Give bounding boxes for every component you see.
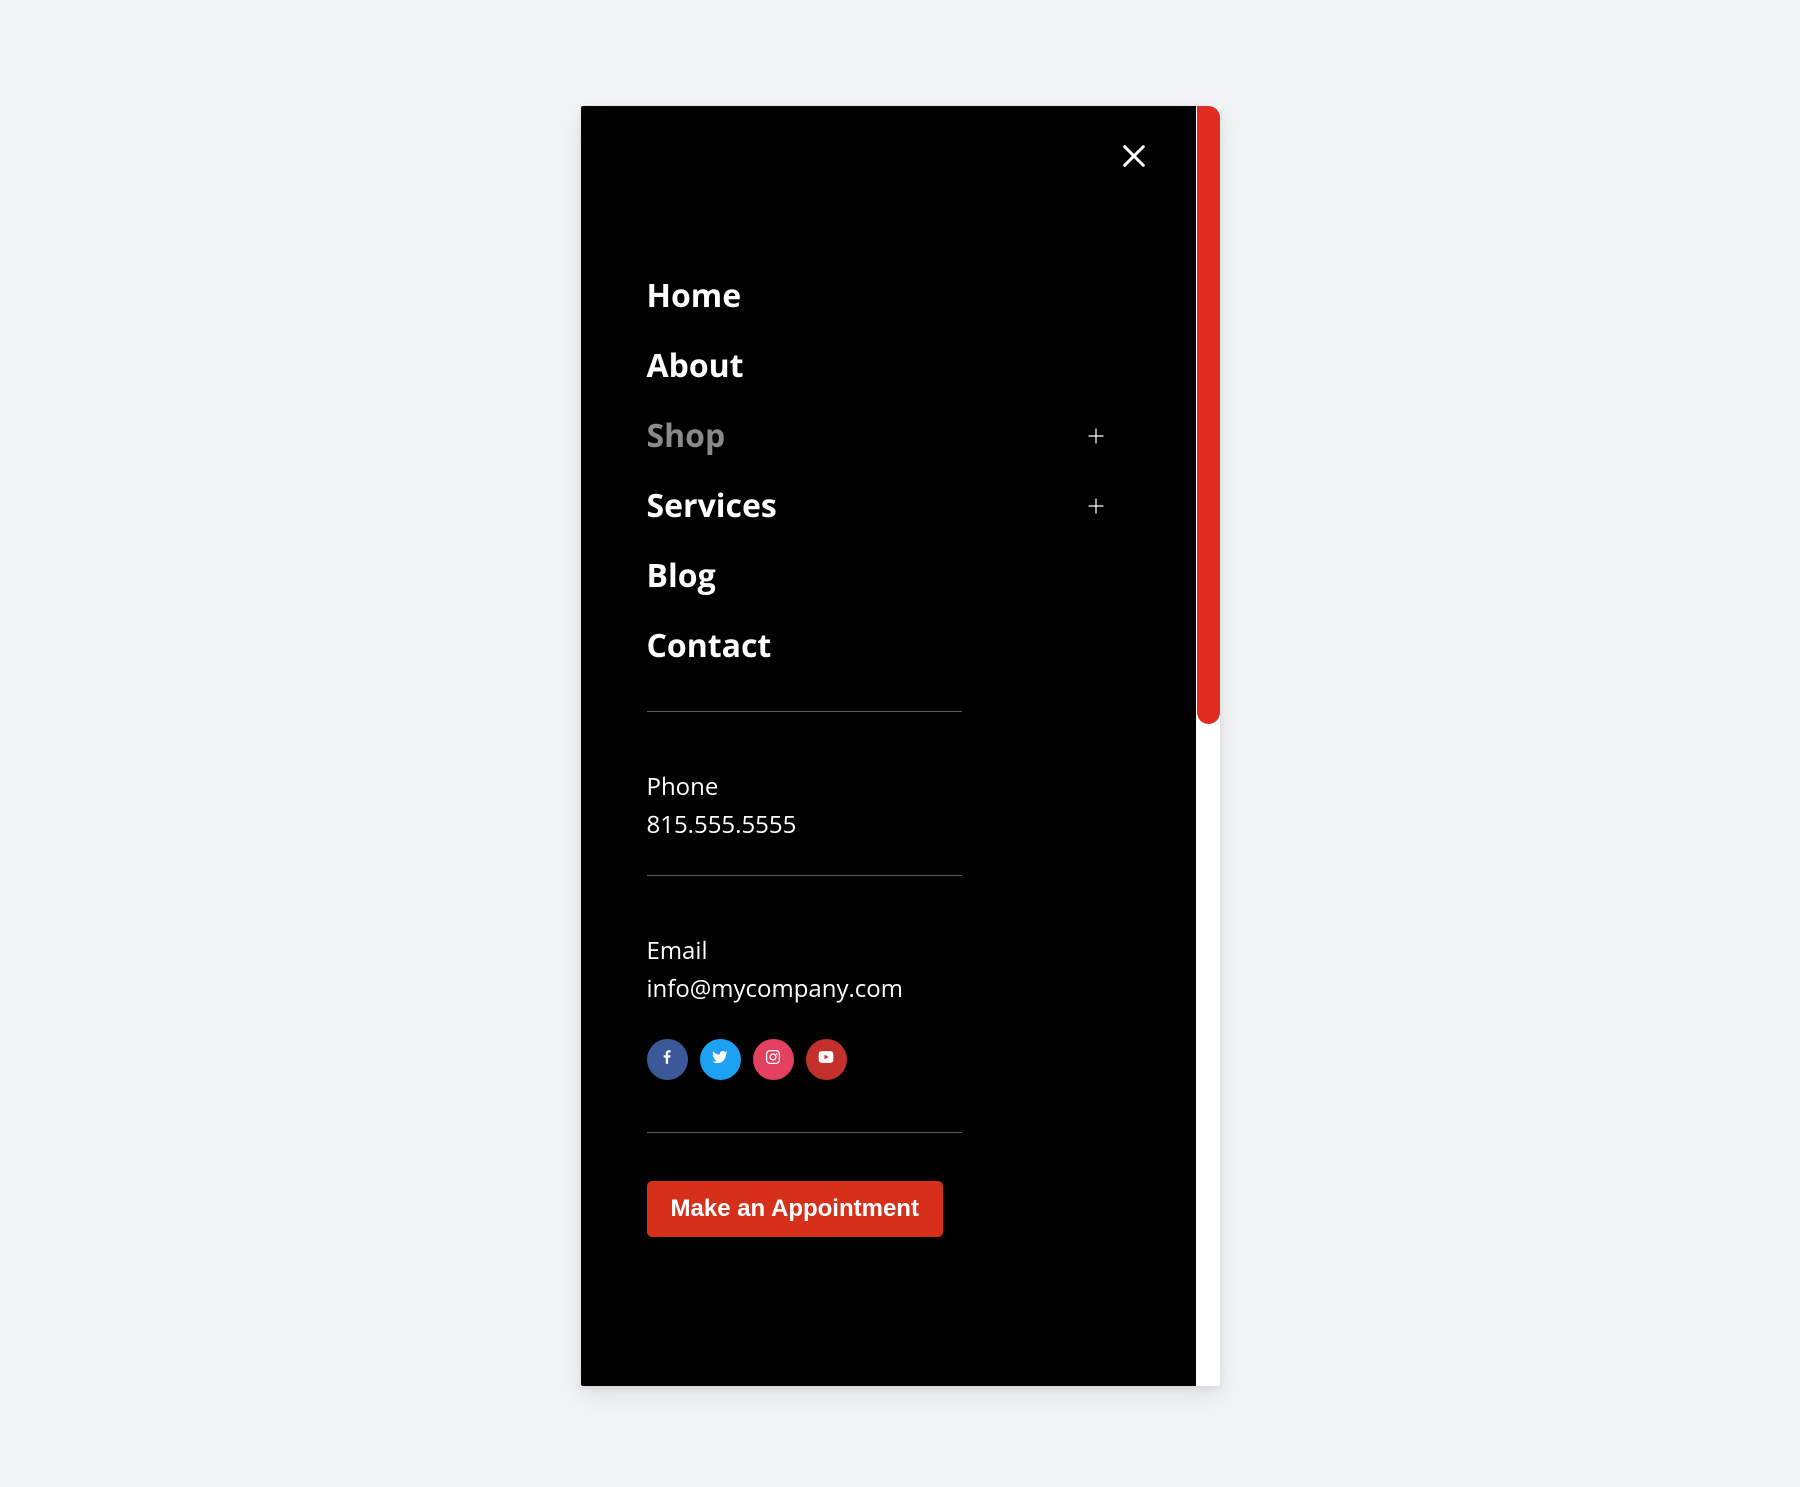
divider bbox=[647, 875, 962, 876]
mobile-menu-frame: Home About Shop Services bbox=[581, 106, 1220, 1386]
youtube-icon bbox=[817, 1048, 835, 1071]
twitter-link[interactable] bbox=[700, 1039, 741, 1080]
nav-item-home[interactable]: Home bbox=[647, 261, 1166, 331]
close-icon bbox=[1120, 142, 1148, 175]
nav-label: About bbox=[647, 342, 744, 390]
nav-label: Blog bbox=[647, 552, 716, 600]
scrollbar-track[interactable] bbox=[1197, 106, 1220, 1386]
facebook-link[interactable] bbox=[647, 1039, 688, 1080]
email-block: Email info@mycompany.com bbox=[647, 932, 1166, 1009]
facebook-icon bbox=[658, 1048, 676, 1071]
nav-item-shop[interactable]: Shop bbox=[647, 401, 1166, 471]
nav-item-blog[interactable]: Blog bbox=[647, 541, 1166, 611]
plus-icon[interactable] bbox=[1072, 482, 1120, 530]
nav-label: Contact bbox=[647, 622, 772, 670]
menu-panel: Home About Shop Services bbox=[581, 106, 1196, 1386]
nav-label: Home bbox=[647, 272, 742, 320]
instagram-icon bbox=[764, 1048, 782, 1071]
plus-icon[interactable] bbox=[1072, 412, 1120, 460]
phone-block: Phone 815.555.5555 bbox=[647, 768, 1166, 845]
nav-item-about[interactable]: About bbox=[647, 331, 1166, 401]
divider bbox=[647, 711, 962, 712]
scrollbar-thumb[interactable] bbox=[1197, 106, 1220, 724]
nav-item-contact[interactable]: Contact bbox=[647, 611, 1166, 681]
phone-label: Phone bbox=[647, 768, 1166, 806]
instagram-link[interactable] bbox=[753, 1039, 794, 1080]
cta-wrap: Make an Appointment bbox=[647, 1181, 1166, 1237]
divider bbox=[647, 1132, 962, 1133]
close-button[interactable] bbox=[1110, 134, 1158, 182]
nav-label: Services bbox=[647, 482, 777, 530]
email-label: Email bbox=[647, 932, 1166, 970]
make-appointment-button[interactable]: Make an Appointment bbox=[647, 1181, 943, 1237]
twitter-icon bbox=[711, 1048, 729, 1071]
nav-label: Shop bbox=[647, 412, 726, 460]
social-links bbox=[647, 1039, 1166, 1080]
youtube-link[interactable] bbox=[806, 1039, 847, 1080]
phone-value[interactable]: 815.555.5555 bbox=[647, 806, 1166, 844]
nav-list: Home About Shop Services bbox=[647, 261, 1166, 681]
nav-item-services[interactable]: Services bbox=[647, 471, 1166, 541]
email-value[interactable]: info@mycompany.com bbox=[647, 970, 1166, 1008]
menu-content: Home About Shop Services bbox=[647, 261, 1166, 1237]
